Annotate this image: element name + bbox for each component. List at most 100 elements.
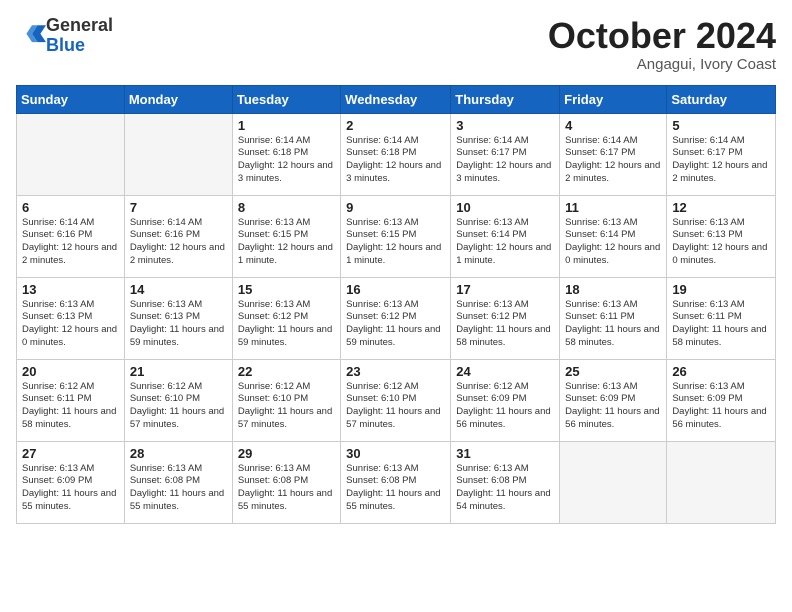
title-block: October 2024 Angagui, Ivory Coast — [548, 16, 776, 73]
day-number: 4 — [565, 118, 661, 133]
day-number: 6 — [22, 200, 119, 215]
cell-info: Sunrise: 6:13 AM Sunset: 6:14 PM Dayligh… — [456, 217, 554, 268]
page-header: General Blue October 2024 Angagui, Ivory… — [16, 16, 776, 73]
day-number: 24 — [456, 364, 554, 379]
day-number: 25 — [565, 364, 661, 379]
location-subtitle: Angagui, Ivory Coast — [548, 56, 776, 73]
week-row-2: 6 Sunrise: 6:14 AM Sunset: 6:16 PM Daylig… — [17, 195, 776, 277]
day-number: 22 — [238, 364, 335, 379]
day-number: 18 — [565, 282, 661, 297]
calendar-cell: 22Sunrise: 6:12 AM Sunset: 6:10 PM Dayli… — [232, 359, 340, 441]
logo-general-text: General — [46, 15, 113, 35]
calendar-cell: 14Sunrise: 6:13 AM Sunset: 6:13 PM Dayli… — [124, 277, 232, 359]
calendar-cell: 18 Sunrise: 6:13 AM Sunset: 6:11 PM Dayli… — [560, 277, 667, 359]
calendar-table: SundayMondayTuesdayWednesdayThursdayFrid… — [16, 85, 776, 524]
day-number: 23 — [346, 364, 445, 379]
cell-info: Sunrise: 6:12 AM Sunset: 6:10 PM Dayligh… — [346, 381, 445, 432]
day-number: 28 — [130, 446, 227, 461]
day-number: 29 — [238, 446, 335, 461]
day-number: 30 — [346, 446, 445, 461]
calendar-cell: 2 Sunrise: 6:14 AM Sunset: 6:18 PM Daylig… — [341, 113, 451, 195]
day-number: 20 — [22, 364, 119, 379]
cell-info: Sunrise: 6:14 AM Sunset: 6:16 PM Dayligh… — [22, 217, 119, 268]
cell-info: Sunrise: 6:14 AM Sunset: 6:17 PM Dayligh… — [456, 135, 554, 186]
calendar-cell: 19Sunrise: 6:13 AM Sunset: 6:11 PM Dayli… — [667, 277, 776, 359]
cell-info: Sunrise: 6:13 AM Sunset: 6:13 PM Dayligh… — [672, 217, 770, 268]
cell-info: Sunrise: 6:13 AM Sunset: 6:09 PM Dayligh… — [565, 381, 661, 432]
cell-info: Sunrise: 6:14 AM Sunset: 6:17 PM Dayligh… — [565, 135, 661, 186]
calendar-cell: 9 Sunrise: 6:13 AM Sunset: 6:15 PM Daylig… — [341, 195, 451, 277]
calendar-cell: 25 Sunrise: 6:13 AM Sunset: 6:09 PM Dayli… — [560, 359, 667, 441]
weekday-header-row: SundayMondayTuesdayWednesdayThursdayFrid… — [17, 85, 776, 113]
cell-info: Sunrise: 6:14 AM Sunset: 6:17 PM Dayligh… — [672, 135, 770, 186]
day-number: 27 — [22, 446, 119, 461]
day-number: 15 — [238, 282, 335, 297]
calendar-cell: 20 Sunrise: 6:12 AM Sunset: 6:11 PM Dayli… — [17, 359, 125, 441]
calendar-cell: 24Sunrise: 6:12 AM Sunset: 6:09 PM Dayli… — [451, 359, 560, 441]
month-title: October 2024 — [548, 16, 776, 56]
cell-info: Sunrise: 6:13 AM Sunset: 6:08 PM Dayligh… — [456, 463, 554, 514]
cell-info: Sunrise: 6:13 AM Sunset: 6:08 PM Dayligh… — [130, 463, 227, 514]
calendar-cell: 28 Sunrise: 6:13 AM Sunset: 6:08 PM Dayli… — [124, 441, 232, 523]
calendar-cell: 11 Sunrise: 6:13 AM Sunset: 6:14 PM Dayli… — [560, 195, 667, 277]
calendar-cell: 31 Sunrise: 6:13 AM Sunset: 6:08 PM Dayli… — [451, 441, 560, 523]
cell-info: Sunrise: 6:13 AM Sunset: 6:12 PM Dayligh… — [456, 299, 554, 350]
cell-info: Sunrise: 6:14 AM Sunset: 6:16 PM Dayligh… — [130, 217, 227, 268]
calendar-cell: 21 Sunrise: 6:12 AM Sunset: 6:10 PM Dayli… — [124, 359, 232, 441]
day-number: 12 — [672, 200, 770, 215]
day-number: 17 — [456, 282, 554, 297]
day-number: 21 — [130, 364, 227, 379]
weekday-header-tuesday: Tuesday — [232, 85, 340, 113]
day-number: 7 — [130, 200, 227, 215]
cell-info: Sunrise: 6:13 AM Sunset: 6:14 PM Dayligh… — [565, 217, 661, 268]
calendar-cell — [17, 113, 125, 195]
week-row-5: 27 Sunrise: 6:13 AM Sunset: 6:09 PM Dayli… — [17, 441, 776, 523]
weekday-header-wednesday: Wednesday — [341, 85, 451, 113]
cell-info: Sunrise: 6:13 AM Sunset: 6:12 PM Dayligh… — [346, 299, 445, 350]
weekday-header-friday: Friday — [560, 85, 667, 113]
logo-icon — [18, 19, 46, 47]
day-number: 11 — [565, 200, 661, 215]
day-number: 9 — [346, 200, 445, 215]
day-number: 13 — [22, 282, 119, 297]
day-number: 31 — [456, 446, 554, 461]
cell-info: Sunrise: 6:13 AM Sunset: 6:15 PM Dayligh… — [238, 217, 335, 268]
calendar-cell: 15Sunrise: 6:13 AM Sunset: 6:12 PM Dayli… — [232, 277, 340, 359]
week-row-3: 13 Sunrise: 6:13 AM Sunset: 6:13 PM Dayli… — [17, 277, 776, 359]
day-number: 10 — [456, 200, 554, 215]
calendar-cell: 8Sunrise: 6:13 AM Sunset: 6:15 PM Daylig… — [232, 195, 340, 277]
calendar-cell: 23 Sunrise: 6:12 AM Sunset: 6:10 PM Dayli… — [341, 359, 451, 441]
day-number: 5 — [672, 118, 770, 133]
cell-info: Sunrise: 6:13 AM Sunset: 6:09 PM Dayligh… — [22, 463, 119, 514]
calendar-cell: 29 Sunrise: 6:13 AM Sunset: 6:08 PM Dayli… — [232, 441, 340, 523]
weekday-header-sunday: Sunday — [17, 85, 125, 113]
cell-info: Sunrise: 6:12 AM Sunset: 6:11 PM Dayligh… — [22, 381, 119, 432]
weekday-header-saturday: Saturday — [667, 85, 776, 113]
calendar-cell: 5 Sunrise: 6:14 AM Sunset: 6:17 PM Daylig… — [667, 113, 776, 195]
day-number: 16 — [346, 282, 445, 297]
cell-info: Sunrise: 6:12 AM Sunset: 6:10 PM Dayligh… — [130, 381, 227, 432]
cell-info: Sunrise: 6:13 AM Sunset: 6:11 PM Dayligh… — [672, 299, 770, 350]
cell-info: Sunrise: 6:13 AM Sunset: 6:11 PM Dayligh… — [565, 299, 661, 350]
logo-blue-text: Blue — [46, 35, 85, 55]
cell-info: Sunrise: 6:13 AM Sunset: 6:13 PM Dayligh… — [22, 299, 119, 350]
calendar-cell: 4 Sunrise: 6:14 AM Sunset: 6:17 PM Daylig… — [560, 113, 667, 195]
calendar-cell: 12 Sunrise: 6:13 AM Sunset: 6:13 PM Dayli… — [667, 195, 776, 277]
cell-info: Sunrise: 6:13 AM Sunset: 6:09 PM Dayligh… — [672, 381, 770, 432]
day-number: 3 — [456, 118, 554, 133]
calendar-cell: 16 Sunrise: 6:13 AM Sunset: 6:12 PM Dayli… — [341, 277, 451, 359]
calendar-cell: 27 Sunrise: 6:13 AM Sunset: 6:09 PM Dayli… — [17, 441, 125, 523]
cell-info: Sunrise: 6:13 AM Sunset: 6:15 PM Dayligh… — [346, 217, 445, 268]
cell-info: Sunrise: 6:13 AM Sunset: 6:08 PM Dayligh… — [238, 463, 335, 514]
cell-info: Sunrise: 6:14 AM Sunset: 6:18 PM Dayligh… — [346, 135, 445, 186]
day-number: 14 — [130, 282, 227, 297]
weekday-header-thursday: Thursday — [451, 85, 560, 113]
day-number: 1 — [238, 118, 335, 133]
weekday-header-monday: Monday — [124, 85, 232, 113]
cell-info: Sunrise: 6:13 AM Sunset: 6:08 PM Dayligh… — [346, 463, 445, 514]
calendar-cell: 13 Sunrise: 6:13 AM Sunset: 6:13 PM Dayli… — [17, 277, 125, 359]
calendar-cell — [667, 441, 776, 523]
week-row-1: 1 Sunrise: 6:14 AM Sunset: 6:18 PM Daylig… — [17, 113, 776, 195]
calendar-cell: 3 Sunrise: 6:14 AM Sunset: 6:17 PM Daylig… — [451, 113, 560, 195]
day-number: 2 — [346, 118, 445, 133]
